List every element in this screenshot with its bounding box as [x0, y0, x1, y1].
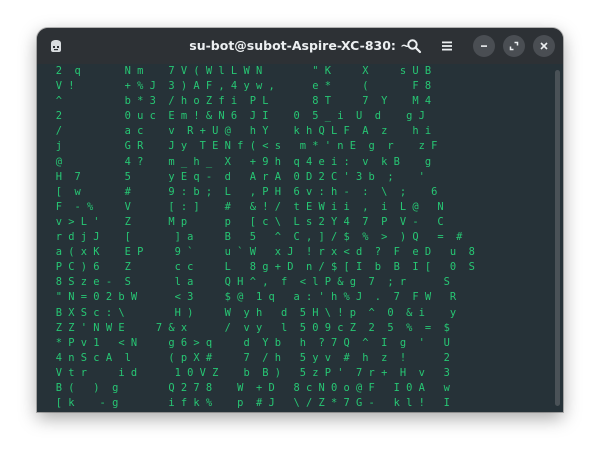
terminal-line: 2 0 u c E m ! & N 6 J I 0 5 _ i U d g J: [37, 110, 425, 123]
close-icon: [540, 42, 548, 50]
terminal-line: r d j J [ ] a B 5 ^ C , ] / $ % > ) Q = …: [37, 231, 463, 244]
close-button[interactable]: [533, 35, 555, 57]
terminal-line: V ! + % J 3 ) A F , 4 y w , e * ( F 8: [37, 80, 432, 93]
terminal-line: B X S c : \ H ) W y h d 5 H \ ! p ^ 0 & …: [37, 306, 457, 319]
terminal-line: B ( ) g Q 2 7 8 W + D 8 c N 0 o @ F I 0 …: [37, 381, 450, 394]
terminal-line: / a c v R + U @ h Y k h Q L F A z h i: [37, 125, 432, 138]
terminal-line: a ( x K E P 9 ` u ` W x J ! r x < d ? F …: [37, 246, 475, 259]
maximize-button[interactable]: [503, 35, 525, 57]
terminal-line: @ 4 ? m _ h _ X + 9 h q 4 e i : v k B g: [37, 155, 432, 168]
scrollbar[interactable]: [555, 70, 560, 406]
terminal-line: [ k - g i f k % p # J \ / Z * 7 G - k l …: [37, 397, 450, 410]
search-button[interactable]: [404, 36, 424, 56]
maximize-icon: [509, 41, 519, 51]
terminal-line: 4 n S c A l ( p X # 7 / h 5 y v # h z ! …: [37, 351, 450, 364]
terminal-line: P C ) 6 Z c c L 8 g + D n / $ [ I b B I …: [37, 261, 475, 274]
minimize-button[interactable]: [473, 35, 495, 57]
menu-button[interactable]: [437, 36, 457, 56]
terminal-line: 2 q N m 7 V ( W l L W N " K X s U B: [37, 65, 432, 77]
terminal-line: Z Z ' N W E 7 & x / v y l 5 0 9 c Z 2 5 …: [37, 321, 450, 334]
terminal-line: F - % V [ : ] # & ! / t E W i i , i L @ …: [37, 200, 444, 213]
search-icon: [407, 39, 422, 54]
terminal-line: j G R J y T E N f ( < s m * ' n E g r z …: [37, 140, 438, 153]
new-tab-button[interactable]: [46, 36, 66, 56]
title-bar: su-bot@subot-Aspire-XC-830: ~: [37, 28, 563, 64]
terminal-line: * P v 1 < N g 6 > q d Y b h ? 7 Q ^ I g …: [37, 336, 450, 349]
terminal-line: [ w # 9 : b ; L , P H 6 v : h - : \ ; 6: [37, 185, 438, 198]
minimize-icon: [481, 45, 487, 47]
terminal-tab-icon: [51, 40, 61, 52]
terminal-line: V t r i d 1 0 V Z b B ) 5 z P ' 7 r + H …: [37, 366, 450, 379]
hamburger-menu-icon: [442, 41, 452, 51]
terminal-line: " N = 0 2 b W < 3 $ @ 1 q a : ' h % J . …: [37, 291, 457, 304]
terminal-window: su-bot@subot-Aspire-XC-830: ~ 2 q N m 7 …: [37, 28, 563, 412]
terminal-area[interactable]: 2 q N m 7 V ( W l L W N " K X s U B V ! …: [37, 64, 563, 412]
matrix-rain-output: 2 q N m 7 V ( W l L W N " K X s U B V ! …: [37, 64, 563, 412]
terminal-line: v > L ' Z M p p [ c \ L s 2 Y 4 7 P V - …: [37, 215, 444, 228]
terminal-line: ^ b * 3 / h o Z f i P L 8 T 7 Y M 4: [37, 95, 432, 108]
terminal-line: H 7 5 y E q - d A r A 0 D 2 C ' 3 b ; ': [37, 170, 425, 183]
terminal-line: 8 S z e - S l a Q H ^ , f < l P & g 7 ; …: [37, 276, 450, 289]
